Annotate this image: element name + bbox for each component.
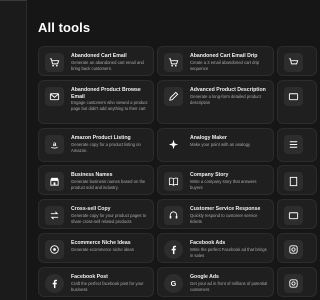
- facebook-icon: [164, 240, 183, 259]
- tool-card-abandoned-cart-email[interactable]: Abandoned Cart Email Generate an abandon…: [38, 46, 154, 76]
- tool-card-partial[interactable]: [277, 165, 317, 195]
- tool-card-facebook-post[interactable]: Facebook Post Craft the perfect facebook…: [38, 267, 154, 297]
- email-icon: [284, 206, 303, 225]
- sparkle-icon: [164, 135, 183, 154]
- card-description: Write the perfect Facebook ad that bring…: [190, 247, 267, 258]
- card-title: Advanced Product Description: [190, 87, 266, 93]
- card-title: Cross-sell Copy: [71, 206, 111, 212]
- google-icon: G: [164, 274, 183, 293]
- tool-card-customer-service-response[interactable]: Customer Service Response Quickly respon…: [157, 199, 274, 229]
- card-description: Create a 3 email abandoned cart drip seq…: [190, 60, 260, 71]
- crosssell-icon: [45, 206, 64, 225]
- card-title: Abandoned Product Browse Email: [71, 87, 141, 100]
- tool-card-partial[interactable]: [277, 80, 317, 124]
- cart-icon: [164, 53, 183, 72]
- tool-card-partial[interactable]: [277, 199, 317, 229]
- card-title: Customer Service Response: [190, 206, 261, 212]
- support-icon: [164, 206, 183, 225]
- card-title: Abandoned Cart Email: [71, 53, 127, 59]
- card-description: Write a company story that answers buyer…: [190, 179, 257, 190]
- card-description: Craft the perfect facebook post for your…: [71, 281, 144, 292]
- card-title: Business Names: [71, 172, 113, 178]
- tool-card-facebook-ads[interactable]: Facebook Ads Write the perfect Facebook …: [157, 233, 274, 263]
- tool-card-google-ads[interactable]: G Google Ads Get your ad in front of mil…: [157, 267, 274, 297]
- tool-card-partial[interactable]: [277, 46, 317, 76]
- cart-icon: [284, 53, 303, 72]
- card-description: Generate ecommerce niche ideas: [71, 247, 134, 252]
- mail-icon: [284, 87, 303, 106]
- book-icon: [164, 172, 183, 191]
- sidebar: [0, 0, 27, 300]
- card-description: Engage customers who viewed a product pa…: [71, 100, 148, 111]
- mail-icon: [45, 87, 64, 106]
- card-description: Generate an abandoned cart email and bri…: [71, 60, 144, 71]
- cart-icon: [45, 53, 64, 72]
- card-description: Generate copy for your product pages to …: [71, 213, 147, 224]
- card-description: Get your ad in front of millions of pote…: [190, 281, 268, 292]
- card-description: Make your point with an analogy: [190, 142, 251, 147]
- card-title: Analogy Maker: [190, 135, 227, 141]
- card-title: Ecommerce Niche Ideas: [71, 240, 131, 246]
- tool-card-company-story[interactable]: Company Story Write a company story that…: [157, 165, 274, 195]
- tool-card-partial[interactable]: [277, 267, 317, 297]
- card-title: Abandoned Cart Email Drip: [190, 53, 258, 59]
- svg-text:a: a: [53, 141, 57, 148]
- instagram-icon: [284, 274, 303, 293]
- facebook-icon: [45, 274, 64, 293]
- card-title: Company Story: [190, 172, 229, 178]
- tool-card-ecommerce-niche-ideas[interactable]: Ecommerce Niche Ideas Generate ecommerce…: [38, 233, 154, 263]
- card-title: Amazon Product Listing: [71, 135, 131, 141]
- tool-card-partial[interactable]: [277, 233, 317, 263]
- tool-card-cross-sell-copy[interactable]: Cross-sell Copy Generate copy for your p…: [38, 199, 154, 229]
- tool-card-advanced-product-description[interactable]: Advanced Product Description Generate a …: [157, 80, 274, 124]
- store-icon: [45, 172, 64, 191]
- card-title: Facebook Ads: [190, 240, 226, 246]
- card-description: Quickly respond to customer service tick…: [190, 213, 258, 224]
- tool-card-abandoned-product-browse-email[interactable]: Abandoned Product Browse Email Engage cu…: [38, 80, 154, 124]
- card-description: Generate business names based on the pro…: [71, 179, 146, 190]
- card-description: Generate copy for a product listing on A…: [71, 142, 141, 153]
- card-title: Facebook Post: [71, 274, 108, 280]
- tool-card-abandoned-cart-email-drip[interactable]: Abandoned Cart Email Drip Create a 3 ema…: [157, 46, 274, 76]
- page-title: All tools: [38, 20, 91, 35]
- tool-card-partial[interactable]: [277, 128, 317, 162]
- tool-card-analogy-maker[interactable]: Analogy Maker Make your point with an an…: [157, 128, 274, 162]
- niche-icon: [45, 240, 64, 259]
- document-icon: [284, 172, 303, 191]
- sidebar-divider: [0, 0, 26, 1]
- list-icon: [284, 135, 303, 154]
- amazon-icon: a: [45, 135, 64, 154]
- svg-text:G: G: [171, 279, 177, 288]
- card-description: Generate a long-form detailed product de…: [190, 94, 261, 105]
- tool-card-business-names[interactable]: Business Names Generate business names b…: [38, 165, 154, 195]
- pencil-icon: [164, 87, 183, 106]
- tool-card-amazon-product-listing[interactable]: a Amazon Product Listing Generate copy f…: [38, 128, 154, 162]
- instagram-icon: [284, 240, 303, 259]
- card-title: Google Ads: [190, 274, 219, 280]
